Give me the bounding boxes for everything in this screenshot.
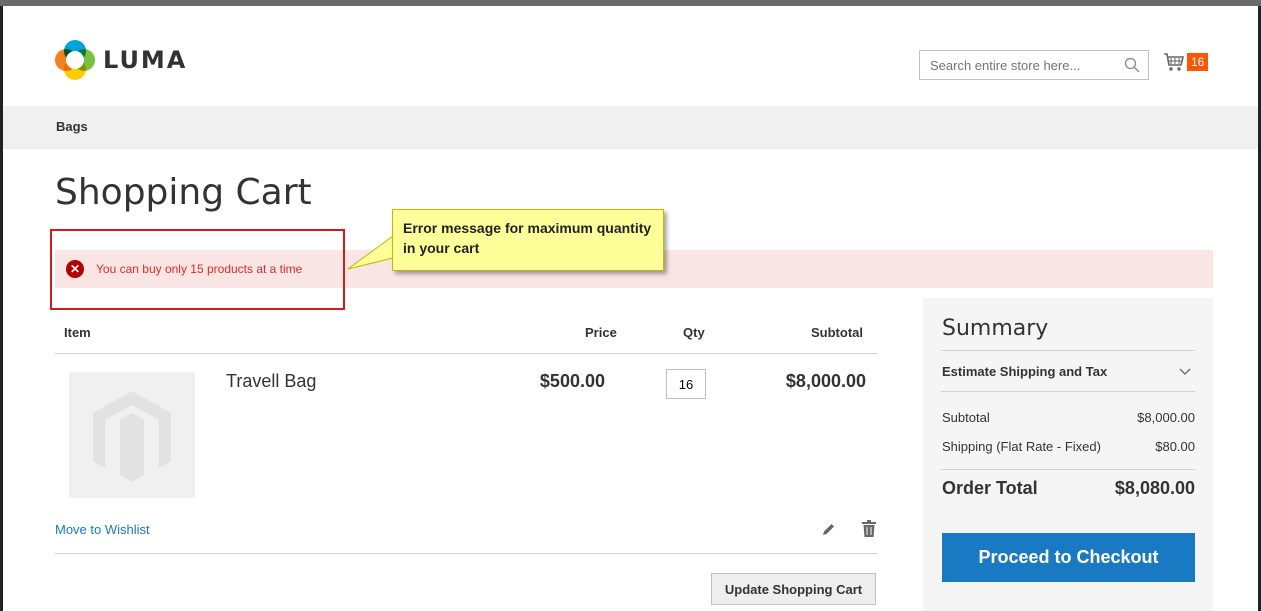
- product-image[interactable]: [69, 372, 195, 498]
- brand-name: LUMA: [103, 46, 188, 74]
- column-qty: Qty: [683, 325, 705, 340]
- estimate-shipping-toggle[interactable]: Estimate Shipping and Tax: [942, 364, 1107, 379]
- summary-divider: [941, 391, 1195, 392]
- callout-pointer: [347, 235, 394, 270]
- move-to-wishlist-link[interactable]: Move to Wishlist: [55, 522, 150, 537]
- product-subtotal: $8,000.00: [785, 371, 866, 391]
- highlight-box: [50, 229, 345, 310]
- shipping-label: Shipping (Flat Rate - Fixed): [942, 439, 1101, 454]
- luma-logo[interactable]: LUMA: [55, 40, 187, 80]
- column-subtotal: Subtotal: [811, 325, 863, 340]
- summary-divider: [941, 350, 1195, 351]
- edit-pencil-icon[interactable]: [820, 522, 836, 538]
- product-name[interactable]: Travell Bag: [226, 371, 316, 392]
- subtotal-value: $8,000.00: [1137, 410, 1195, 425]
- proceed-to-checkout-button[interactable]: Proceed to Checkout: [942, 533, 1195, 582]
- nav-item-bags[interactable]: Bags: [56, 119, 88, 134]
- order-total-value: $8,080.00: [1114, 478, 1195, 498]
- magento-placeholder-icon: [93, 391, 171, 482]
- column-item: Item: [64, 325, 91, 340]
- search-input[interactable]: [928, 56, 1112, 74]
- cart-icon: [1164, 53, 1185, 71]
- order-summary-panel: Summary Estimate Shipping and Tax Subtot…: [923, 298, 1213, 611]
- annotation-callout: Error message for maximum quantity in yo…: [392, 209, 664, 271]
- search-icon[interactable]: [1124, 57, 1140, 73]
- shipping-value: $80.00: [1155, 439, 1195, 454]
- top-bar: [0, 0, 1261, 6]
- order-total-label: Order Total: [942, 478, 1038, 498]
- subtotal-label: Subtotal: [942, 410, 990, 425]
- quantity-input[interactable]: [666, 369, 706, 399]
- nav-bar: Bags: [3, 106, 1258, 149]
- search-box[interactable]: [919, 50, 1149, 80]
- minicart[interactable]: 16: [1163, 52, 1209, 72]
- summary-title: Summary: [942, 316, 1049, 341]
- summary-divider: [941, 469, 1195, 470]
- update-cart-button[interactable]: Update Shopping Cart: [711, 573, 876, 605]
- page-title: Shopping Cart: [55, 172, 312, 213]
- luma-logo-icon: [55, 40, 95, 80]
- cart-table-header: Item Price Qty Subtotal: [55, 320, 877, 354]
- chevron-down-icon[interactable]: [1178, 364, 1192, 378]
- column-price: Price: [585, 325, 617, 340]
- cart-count-badge: 16: [1187, 53, 1209, 71]
- product-price: $500.00: [539, 371, 605, 391]
- trash-icon[interactable]: [861, 520, 877, 538]
- cart-row-divider: [55, 553, 877, 554]
